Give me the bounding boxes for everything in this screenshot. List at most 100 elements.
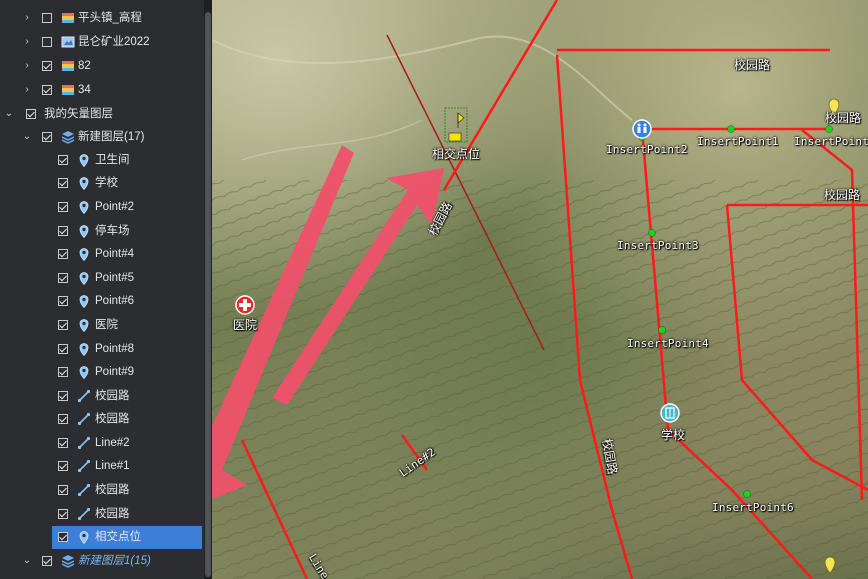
layer-label: 我的矢量图层 bbox=[44, 108, 113, 120]
layer-tree-item[interactable]: Point#2 bbox=[0, 196, 204, 219]
layer-tree-item[interactable]: 校园路 bbox=[0, 385, 204, 408]
road-label: 校园路 bbox=[734, 58, 771, 72]
vertex-label: InsertPoint6 bbox=[794, 135, 868, 148]
vertex-label: InsertPoint1 bbox=[697, 135, 779, 148]
layer-tree-scrollbar-thumb[interactable] bbox=[205, 12, 211, 577]
layer-tree-item[interactable]: Line#1 bbox=[0, 455, 204, 478]
layer-visibility-checkbox[interactable] bbox=[58, 226, 68, 236]
layer-tree-item[interactable]: 校园路 bbox=[0, 479, 204, 502]
layer-visibility-checkbox[interactable] bbox=[42, 85, 52, 95]
layer-visibility-checkbox[interactable] bbox=[58, 249, 68, 259]
polyline-icon bbox=[77, 483, 91, 497]
layer-tree-item[interactable]: Point#8 bbox=[0, 338, 204, 361]
layer-label: Point#5 bbox=[95, 272, 135, 284]
intersection-label: 相交点位 bbox=[432, 147, 481, 161]
layer-label: 新建图层(17) bbox=[78, 131, 145, 143]
point-marker-icon bbox=[77, 247, 91, 262]
point-marker-icon bbox=[77, 318, 91, 333]
road-label: 校园路 bbox=[824, 188, 861, 202]
chevron-down-icon[interactable]: ⌄ bbox=[22, 554, 32, 568]
vertex-label: InsertPoint6 bbox=[712, 501, 794, 514]
layer-tree-item[interactable]: › 平头镇_高程 bbox=[0, 7, 204, 30]
layer-tree-item[interactable]: Point#4 bbox=[0, 243, 204, 266]
school-point-icon[interactable] bbox=[660, 403, 680, 423]
layer-tree-item[interactable]: 停车场 bbox=[0, 220, 204, 243]
chevron-right-icon[interactable]: › bbox=[22, 35, 32, 49]
layer-visibility-checkbox[interactable] bbox=[58, 367, 68, 377]
vertex-label: InsertPoint4 bbox=[627, 337, 709, 350]
polyline-icon bbox=[77, 459, 91, 473]
map-overlay bbox=[212, 0, 868, 579]
intersection-point-icon[interactable] bbox=[444, 107, 468, 143]
layer-visibility-checkbox[interactable] bbox=[58, 202, 68, 212]
layer-visibility-checkbox[interactable] bbox=[42, 37, 52, 47]
layer-tree-item[interactable]: ⌄ 新建图层(17) bbox=[0, 126, 204, 149]
chevron-right-icon[interactable]: › bbox=[22, 11, 32, 25]
polyline-icon bbox=[77, 389, 91, 403]
layer-label: Point#8 bbox=[95, 343, 135, 355]
layer-label: 相交点位 bbox=[95, 531, 141, 543]
layer-tree-item[interactable]: 卫生间 bbox=[0, 149, 204, 172]
layers-icon bbox=[61, 554, 75, 568]
layer-visibility-checkbox[interactable] bbox=[42, 556, 52, 566]
layer-visibility-checkbox[interactable] bbox=[42, 132, 52, 142]
layer-visibility-checkbox[interactable] bbox=[42, 13, 52, 23]
layer-visibility-checkbox[interactable] bbox=[58, 178, 68, 188]
map-view[interactable]: 相交点位 校园路 校园路 校园路 校园路 校园路 InsertPoint2 In… bbox=[212, 0, 868, 579]
layer-visibility-checkbox[interactable] bbox=[58, 509, 68, 519]
layer-tree-item[interactable]: › 82 bbox=[0, 55, 204, 78]
vertex-label: InsertPoint3 bbox=[617, 239, 699, 252]
point-marker-icon bbox=[77, 224, 91, 239]
layer-visibility-checkbox[interactable] bbox=[58, 485, 68, 495]
layer-visibility-checkbox[interactable] bbox=[58, 320, 68, 330]
layer-label: 校园路 bbox=[95, 413, 130, 425]
layer-visibility-checkbox[interactable] bbox=[58, 461, 68, 471]
layer-tree-item[interactable]: ⌄ 我的矢量图层 bbox=[0, 103, 204, 126]
layers-icon bbox=[61, 130, 75, 144]
layer-visibility-checkbox[interactable] bbox=[58, 155, 68, 165]
polyline-icon bbox=[77, 412, 91, 426]
raster-layer-icon bbox=[61, 83, 75, 97]
toilet-point-icon[interactable] bbox=[632, 119, 652, 139]
layer-tree-item[interactable]: ⌄ 新建图层1(15) bbox=[0, 550, 204, 573]
point-marker-icon bbox=[77, 200, 91, 215]
layer-visibility-checkbox[interactable] bbox=[58, 438, 68, 448]
layer-tree-item[interactable]: 校园路 bbox=[0, 408, 204, 431]
point-marker-icon bbox=[77, 294, 91, 309]
layer-tree-item[interactable]: 校园路 bbox=[0, 503, 204, 526]
polyline-icon bbox=[77, 436, 91, 450]
hospital-point-icon[interactable] bbox=[235, 295, 255, 315]
raster-layer-icon bbox=[61, 11, 75, 25]
hospital-label: 医院 bbox=[233, 318, 258, 332]
layer-visibility-checkbox[interactable] bbox=[26, 109, 36, 119]
layer-visibility-checkbox[interactable] bbox=[58, 532, 68, 542]
layer-label: 医院 bbox=[95, 319, 118, 331]
layer-visibility-checkbox[interactable] bbox=[42, 61, 52, 71]
layer-tree-item[interactable]: 医院 bbox=[0, 314, 204, 337]
chevron-right-icon[interactable]: › bbox=[22, 83, 32, 97]
layer-tree-item[interactable]: › 34 bbox=[0, 79, 204, 102]
layer-tree-item[interactable]: Point#5 bbox=[0, 267, 204, 290]
layer-visibility-checkbox[interactable] bbox=[58, 296, 68, 306]
layer-tree-item[interactable]: Point#6 bbox=[0, 290, 204, 313]
chevron-down-icon[interactable]: ⌄ bbox=[4, 107, 14, 121]
layer-visibility-checkbox[interactable] bbox=[58, 414, 68, 424]
point-marker-icon bbox=[77, 153, 91, 168]
polyline-icon bbox=[77, 507, 91, 521]
layer-tree-item[interactable]: 相交点位 bbox=[52, 526, 202, 549]
layer-label: 学校 bbox=[95, 177, 118, 189]
point-marker-icon bbox=[77, 176, 91, 191]
chevron-down-icon[interactable]: ⌄ bbox=[22, 130, 32, 144]
layer-tree-item[interactable]: Point#9 bbox=[0, 361, 204, 384]
layer-label: Point#2 bbox=[95, 201, 135, 213]
point-marker-icon bbox=[77, 365, 91, 380]
layer-tree-item[interactable]: 学校 bbox=[0, 172, 204, 195]
layer-tree-item[interactable]: Line#2 bbox=[0, 432, 204, 455]
layer-visibility-checkbox[interactable] bbox=[58, 344, 68, 354]
layer-visibility-checkbox[interactable] bbox=[58, 391, 68, 401]
layer-visibility-checkbox[interactable] bbox=[58, 273, 68, 283]
chevron-right-icon[interactable]: › bbox=[22, 59, 32, 73]
layer-label: 停车场 bbox=[95, 225, 130, 237]
layer-label: Line#1 bbox=[95, 460, 130, 472]
layer-tree-item[interactable]: › 昆仑矿业2022 bbox=[0, 31, 204, 54]
